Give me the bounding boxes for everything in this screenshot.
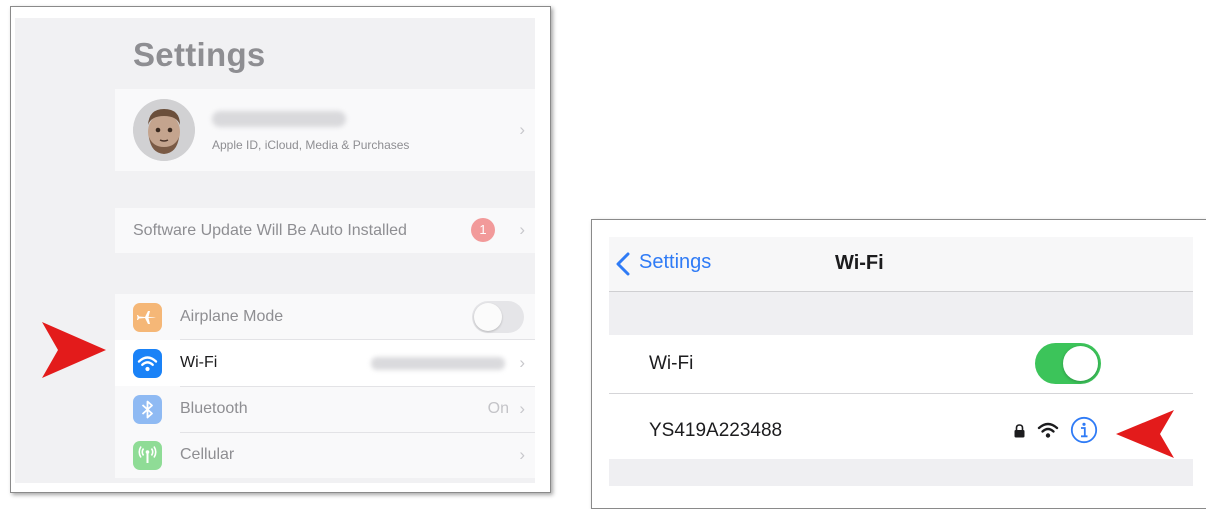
back-label: Settings xyxy=(639,251,712,273)
current-network-redacted xyxy=(371,357,505,370)
page-title: Wi-Fi xyxy=(835,252,884,274)
section-spacer xyxy=(609,459,1193,486)
bluetooth-icon xyxy=(133,395,162,424)
sidebar-item-bluetooth[interactable]: Bluetooth On › xyxy=(115,386,535,432)
sidebar-item-cellular[interactable]: Cellular › xyxy=(115,432,535,478)
wifi-toggle[interactable] xyxy=(1035,343,1101,384)
network-ssid: YS419A223488 xyxy=(649,420,783,441)
wifi-label: Wi-Fi xyxy=(180,354,218,371)
chevron-right-icon: › xyxy=(519,353,525,372)
chevron-right-icon: › xyxy=(519,120,525,139)
wifi-signal-icon xyxy=(1037,422,1059,438)
red-arrow-pointer-icon xyxy=(1116,410,1174,458)
page-title: Settings xyxy=(133,36,266,73)
sidebar-item-airplane-mode[interactable]: Airplane Mode xyxy=(115,294,535,340)
bluetooth-label: Bluetooth xyxy=(180,400,248,417)
chevron-right-icon: › xyxy=(519,445,525,464)
software-update-label: Software Update Will Be Auto Installed xyxy=(133,222,407,239)
info-icon[interactable] xyxy=(1070,416,1098,444)
network-row[interactable]: YS419A223488 xyxy=(609,401,1193,459)
chevron-left-icon xyxy=(616,252,630,276)
lock-icon xyxy=(1014,424,1025,438)
settings-list: Airplane Mode Wi-Fi › Bluetooth On › Cel… xyxy=(115,294,535,478)
airplane-icon xyxy=(133,303,162,332)
navigation-bar: Settings Wi-Fi xyxy=(609,237,1193,292)
wifi-toggle-row: Wi-Fi xyxy=(609,335,1193,393)
apple-id-row[interactable]: Apple ID, iCloud, Media & Purchases › xyxy=(115,89,535,171)
settings-screen: Settings Apple ID, iCloud, Media & Purch… xyxy=(15,18,535,483)
sidebar-item-wifi[interactable]: Wi-Fi › xyxy=(115,340,535,386)
wifi-icon xyxy=(133,349,162,378)
avatar xyxy=(133,99,195,161)
notification-badge: 1 xyxy=(471,218,495,242)
cellular-icon xyxy=(133,441,162,470)
red-arrow-pointer-icon xyxy=(42,322,106,378)
apple-id-subtitle: Apple ID, iCloud, Media & Purchases xyxy=(212,138,410,152)
chevron-right-icon: › xyxy=(519,399,525,418)
account-name-redacted xyxy=(212,111,346,127)
wifi-row-label: Wi-Fi xyxy=(649,353,694,374)
airplane-mode-label: Airplane Mode xyxy=(180,308,284,325)
airplane-mode-toggle[interactable] xyxy=(472,301,524,333)
software-update-row[interactable]: Software Update Will Be Auto Installed 1… xyxy=(115,208,535,253)
section-spacer xyxy=(609,292,1193,335)
chevron-right-icon: › xyxy=(519,220,525,239)
bluetooth-status: On xyxy=(487,400,509,417)
cellular-label: Cellular xyxy=(180,446,235,463)
